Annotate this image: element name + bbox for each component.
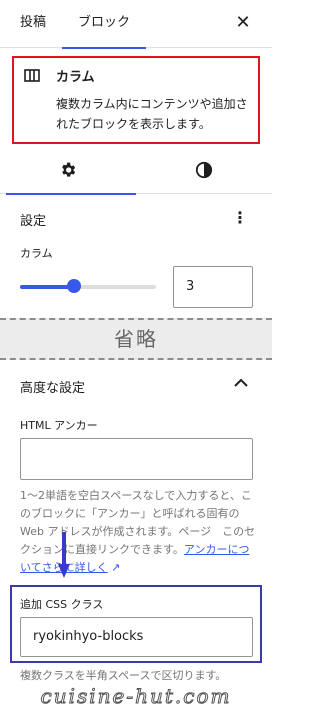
columns-slider-thumb[interactable]	[67, 279, 82, 293]
columns-number-input[interactable]: 3	[173, 266, 253, 308]
advanced-title[interactable]: 高度な設定	[20, 377, 85, 396]
tab-block[interactable]: ブロック	[62, 0, 146, 49]
gear-icon	[62, 162, 76, 177]
tab-block-label: ブロック	[77, 15, 130, 30]
columns-slider-fill	[20, 285, 75, 289]
omission-banner: 省略	[0, 318, 272, 360]
tab-settings[interactable]	[0, 150, 136, 195]
css-class-input[interactable]: ryokinhyo-blocks	[20, 617, 253, 657]
html-anchor-label: HTML アンカー	[20, 419, 98, 432]
arrow-down-icon	[58, 532, 70, 578]
css-class-help: 複数クラスを半角スペースで区切ります。	[20, 669, 227, 682]
css-class-label: 追加 CSS クラス	[20, 598, 104, 611]
styles-icon	[195, 161, 213, 179]
settings-title: 設定	[20, 214, 47, 229]
tab-settings-indicator	[6, 193, 136, 195]
chevron-up-icon[interactable]	[233, 377, 249, 389]
sidebar-tabs: 投稿 ブロック ✕	[0, 0, 272, 49]
external-icon[interactable]: ↗	[111, 561, 120, 574]
columns-label: カラム	[20, 247, 53, 260]
html-anchor-input[interactable]	[20, 438, 253, 480]
block-description: 複数カラム内にコンテンツや追加されたブロックを表示します。	[56, 97, 248, 131]
block-card: カラム 複数カラム内にコンテンツや追加されたブロックを表示します。	[12, 56, 260, 144]
html-anchor-help: 1〜2単語を空白スペースなしで入力すると、このブロックに「アンカー」と呼ばれる固…	[20, 487, 260, 577]
watermark: cuisine-hut.com	[40, 684, 232, 709]
close-icon[interactable]: ✕	[232, 12, 254, 34]
columns-slider-track[interactable]	[20, 285, 156, 289]
tab-post[interactable]: 投稿	[20, 0, 46, 48]
tab-active-indicator	[62, 47, 146, 49]
tab-styles[interactable]	[136, 150, 272, 194]
inspector-tabs	[0, 150, 272, 195]
more-vertical-icon[interactable]: ⋮	[232, 208, 248, 228]
block-title: カラム	[56, 70, 95, 85]
columns-icon	[24, 69, 40, 82]
